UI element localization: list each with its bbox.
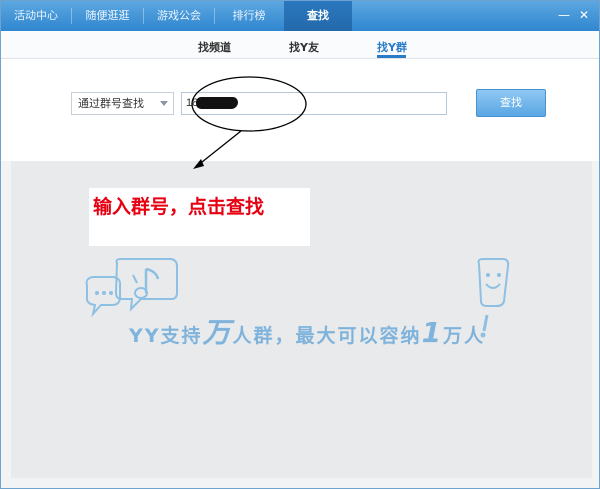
arrow-head-icon xyxy=(193,159,204,169)
highlight-ellipse xyxy=(191,76,307,132)
annotation-arrow xyxy=(196,130,242,167)
decoration-layer xyxy=(85,76,510,338)
chat-bubble-icon xyxy=(85,276,122,318)
music-note-icon xyxy=(114,258,178,312)
find-window: 活动中心 随便逛逛 游戏公会 排行榜 查找 — ✕ 找频道 找Y友 找Y群 通过… xyxy=(0,0,600,489)
smiley-icon xyxy=(477,258,510,338)
